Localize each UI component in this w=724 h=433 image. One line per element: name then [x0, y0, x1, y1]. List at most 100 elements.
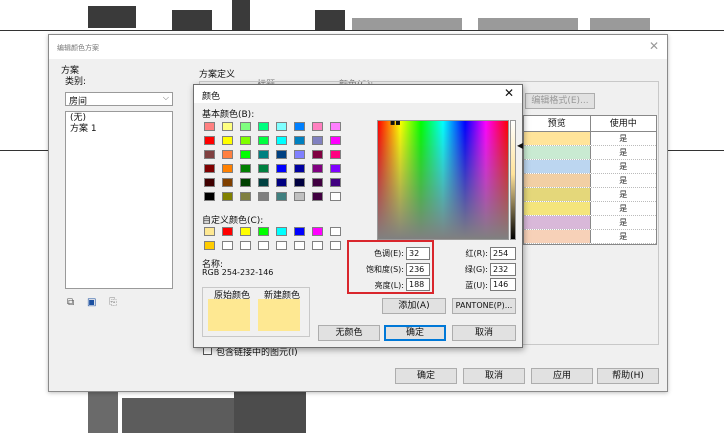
custom-color-swatch[interactable] [276, 241, 287, 250]
category-select[interactable]: 房间 ⌵ [65, 92, 173, 107]
color-cancel-button[interactable]: 取消 [452, 325, 516, 341]
custom-color-swatch[interactable] [222, 241, 233, 250]
basic-color-swatch[interactable] [222, 164, 233, 173]
preview-swatch[interactable] [524, 146, 591, 159]
table-row[interactable]: 是 [524, 216, 656, 230]
basic-color-swatch[interactable] [312, 178, 323, 187]
custom-color-swatch[interactable] [294, 241, 305, 250]
table-row[interactable]: 是 [524, 188, 656, 202]
basic-color-swatch[interactable] [240, 136, 251, 145]
preview-swatch[interactable] [524, 160, 591, 173]
basic-color-swatch[interactable] [276, 136, 287, 145]
basic-color-swatch[interactable] [294, 164, 305, 173]
basic-color-swatch[interactable] [222, 122, 233, 131]
basic-color-swatch[interactable] [258, 192, 269, 201]
red-input[interactable]: 254 [490, 247, 516, 260]
basic-color-swatch[interactable] [312, 122, 323, 131]
apply-button[interactable]: 应用 [531, 368, 593, 384]
custom-color-swatch[interactable] [204, 227, 215, 236]
basic-color-swatch[interactable] [258, 136, 269, 145]
list-item[interactable]: 方案 1 [66, 125, 172, 134]
custom-color-swatch[interactable] [330, 241, 341, 250]
basic-color-swatch[interactable] [294, 178, 305, 187]
basic-color-swatch[interactable] [330, 122, 341, 131]
duplicate-icon[interactable]: ⧉ [67, 297, 74, 308]
pantone-button[interactable]: PANTONE(P)... [452, 298, 516, 314]
basic-color-swatch[interactable] [240, 192, 251, 201]
custom-color-swatch[interactable] [258, 241, 269, 250]
basic-color-swatch[interactable] [330, 150, 341, 159]
luminance-slider[interactable] [510, 120, 516, 240]
table-row[interactable]: 是 [524, 132, 656, 146]
preview-swatch[interactable] [524, 216, 591, 229]
custom-color-swatch[interactable] [204, 241, 215, 250]
basic-color-swatch[interactable] [240, 150, 251, 159]
basic-color-swatch[interactable] [276, 122, 287, 131]
custom-color-swatch[interactable] [330, 227, 341, 236]
basic-color-swatch[interactable] [312, 164, 323, 173]
table-row[interactable]: 是 [524, 174, 656, 188]
preview-swatch[interactable] [524, 132, 591, 145]
preview-swatch[interactable] [524, 174, 591, 187]
basic-color-swatch[interactable] [204, 150, 215, 159]
basic-color-swatch[interactable] [330, 136, 341, 145]
basic-color-swatch[interactable] [222, 136, 233, 145]
basic-color-swatch[interactable] [204, 192, 215, 201]
table-row[interactable]: 是 [524, 202, 656, 216]
custom-color-swatch[interactable] [240, 241, 251, 250]
preview-swatch[interactable] [524, 230, 591, 243]
basic-color-swatch[interactable] [240, 178, 251, 187]
table-row[interactable]: 是 [524, 146, 656, 160]
blue-input[interactable]: 146 [490, 278, 516, 291]
help-button[interactable]: 帮助(H) [597, 368, 659, 384]
basic-color-swatch[interactable] [312, 150, 323, 159]
no-color-button[interactable]: 无颜色 [318, 325, 380, 341]
custom-color-swatch[interactable] [222, 227, 233, 236]
table-row[interactable]: 是 [524, 160, 656, 174]
scheme-list[interactable]: (无) 方案 1 [65, 111, 173, 289]
basic-color-swatch[interactable] [204, 178, 215, 187]
basic-color-swatch[interactable] [330, 192, 341, 201]
green-input[interactable]: 232 [490, 263, 516, 276]
saturation-input[interactable]: 236 [406, 263, 430, 276]
slider-arrow-icon[interactable]: ◀ [517, 141, 523, 150]
basic-color-swatch[interactable] [276, 164, 287, 173]
custom-color-swatch[interactable] [276, 227, 287, 236]
basic-color-swatch[interactable] [222, 150, 233, 159]
basic-color-swatch[interactable] [204, 136, 215, 145]
custom-color-swatch[interactable] [258, 227, 269, 236]
basic-color-swatch[interactable] [258, 178, 269, 187]
basic-color-swatch[interactable] [204, 122, 215, 131]
basic-color-swatch[interactable] [258, 122, 269, 131]
basic-color-swatch[interactable] [276, 192, 287, 201]
color-table[interactable]: 预览 使用中 是是是是是是是是 [523, 115, 657, 245]
rename-icon[interactable]: ▣ [87, 297, 96, 308]
close-icon[interactable]: ✕ [504, 86, 514, 100]
basic-color-swatch[interactable] [222, 178, 233, 187]
custom-color-swatch[interactable] [240, 227, 251, 236]
table-row[interactable]: 是 [524, 230, 656, 244]
preview-swatch[interactable] [524, 202, 591, 215]
color-ok-button[interactable]: 确定 [384, 325, 446, 341]
basic-color-swatch[interactable] [258, 150, 269, 159]
basic-color-swatch[interactable] [240, 122, 251, 131]
basic-color-swatch[interactable] [294, 122, 305, 131]
preview-swatch[interactable] [524, 188, 591, 201]
basic-color-swatch[interactable] [294, 192, 305, 201]
color-spectrum[interactable] [377, 120, 509, 240]
custom-color-swatch[interactable] [312, 241, 323, 250]
basic-color-swatch[interactable] [258, 164, 269, 173]
basic-color-swatch[interactable] [312, 192, 323, 201]
basic-color-swatch[interactable] [240, 164, 251, 173]
basic-color-swatch[interactable] [294, 150, 305, 159]
basic-color-swatch[interactable] [312, 136, 323, 145]
basic-color-swatch[interactable] [204, 164, 215, 173]
custom-color-swatch[interactable] [312, 227, 323, 236]
hue-input[interactable]: 32 [406, 247, 430, 260]
basic-color-swatch[interactable] [276, 150, 287, 159]
basic-color-swatch[interactable] [330, 164, 341, 173]
custom-color-swatch[interactable] [294, 227, 305, 236]
close-icon[interactable]: ✕ [649, 39, 659, 53]
basic-color-swatch[interactable] [330, 178, 341, 187]
basic-color-swatch[interactable] [276, 178, 287, 187]
